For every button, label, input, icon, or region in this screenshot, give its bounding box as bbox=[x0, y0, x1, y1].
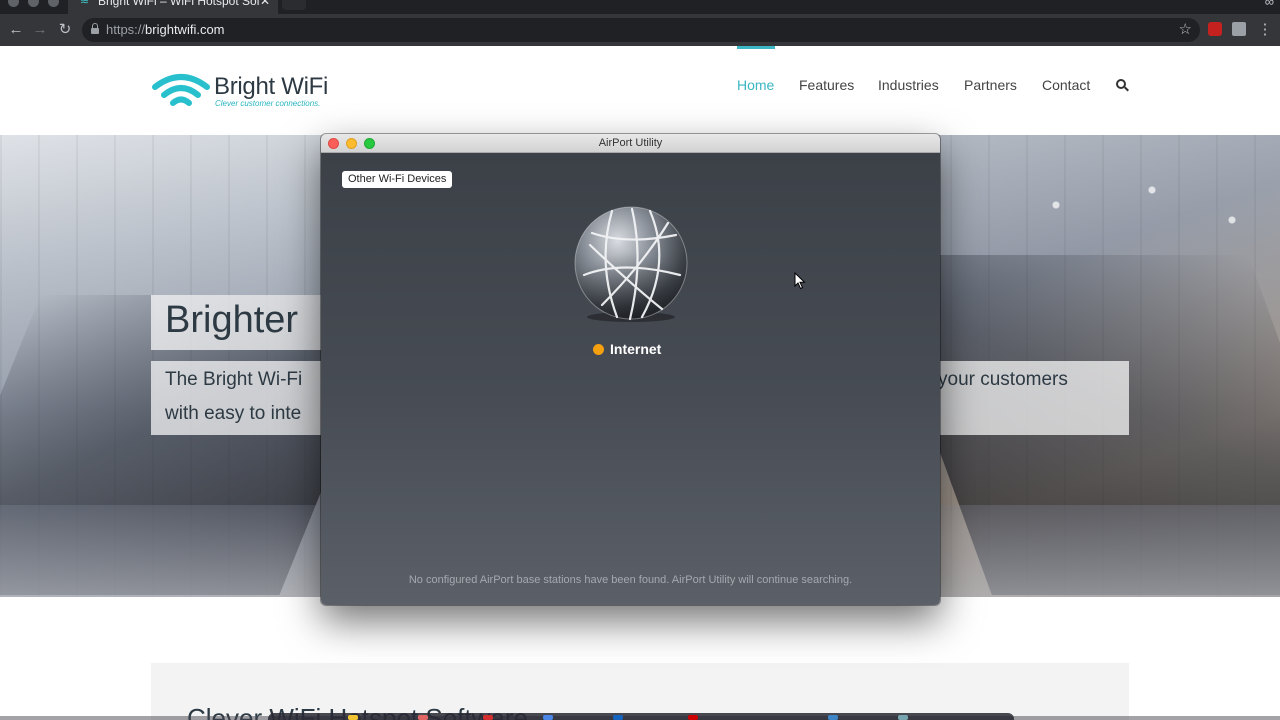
nav-features[interactable]: Features bbox=[799, 77, 854, 93]
extension-icon[interactable] bbox=[1208, 22, 1222, 36]
tab-title: Bright WiFi – WiFi Hotspot Sol bbox=[98, 0, 260, 8]
site-logo[interactable]: Bright WiFi Clever customer connections. bbox=[151, 73, 341, 113]
close-window-dot[interactable] bbox=[8, 0, 19, 7]
tab-close-icon[interactable]: ✕ bbox=[260, 0, 270, 8]
url-text[interactable]: https://brightwifi.com bbox=[106, 22, 225, 37]
browser-tab[interactable]: ≋ Bright WiFi – WiFi Hotspot Sol ✕ bbox=[68, 0, 278, 14]
address-bar[interactable]: https://brightwifi.com ☆ bbox=[82, 18, 1200, 42]
lock-icon bbox=[91, 23, 99, 34]
nav-partners[interactable]: Partners bbox=[964, 77, 1017, 93]
intro-section: Clever WiFi Hotspot Software bbox=[151, 663, 1129, 720]
other-wifi-devices-button[interactable]: Other Wi-Fi Devices bbox=[342, 171, 453, 188]
airport-utility-window: AirPort Utility Other Wi-Fi Devices Inte… bbox=[321, 134, 940, 605]
site-header: Bright WiFi Clever customer connections.… bbox=[0, 46, 1280, 135]
logo-tagline: Clever customer connections. bbox=[215, 99, 321, 108]
browser-tabstrip: ≋ Bright WiFi – WiFi Hotspot Sol ✕ ∞ bbox=[0, 0, 1280, 14]
active-nav-indicator bbox=[737, 46, 775, 49]
hero-title: Brighter bbox=[165, 299, 299, 341]
hero-subtitle-line2: with easy to inte bbox=[165, 403, 302, 424]
macos-dock bbox=[268, 713, 1014, 720]
search-status-message: No configured AirPort base stations have… bbox=[408, 574, 853, 586]
nav-industries[interactable]: Industries bbox=[878, 77, 939, 93]
internet-status-dot bbox=[593, 344, 604, 355]
mouse-pointer-icon bbox=[794, 272, 806, 290]
internet-label: Internet bbox=[610, 341, 662, 357]
nav-contact[interactable]: Contact bbox=[1042, 77, 1090, 93]
back-arrow-icon[interactable]: ← bbox=[6, 20, 26, 40]
bookmark-star-icon[interactable]: ☆ bbox=[1179, 20, 1192, 38]
hero-subtitle-right: your customers bbox=[938, 369, 1068, 390]
profile-icon[interactable]: ∞ bbox=[1265, 0, 1274, 9]
nav-home[interactable]: Home bbox=[737, 77, 774, 93]
reload-icon[interactable]: ↻ bbox=[55, 20, 75, 40]
wifi-logo-icon bbox=[152, 74, 210, 106]
search-icon[interactable] bbox=[1116, 79, 1129, 92]
window-controls bbox=[8, 0, 59, 7]
window-titlebar[interactable]: AirPort Utility bbox=[321, 134, 940, 153]
window-title: AirPort Utility bbox=[598, 137, 663, 149]
internet-globe-icon[interactable] bbox=[572, 205, 690, 323]
forward-arrow-icon[interactable]: → bbox=[30, 20, 50, 40]
wifi-favicon-icon: ≋ bbox=[80, 0, 90, 7]
comment-extension-icon[interactable] bbox=[1232, 22, 1246, 36]
new-tab-button[interactable] bbox=[282, 0, 306, 10]
menu-kebab-icon[interactable]: ⋮ bbox=[1255, 20, 1275, 40]
browser-toolbar: ← → ↻ https://brightwifi.com ☆ ⋮ bbox=[0, 14, 1280, 46]
zoom-window-dot[interactable] bbox=[48, 0, 59, 7]
logo-name: Bright WiFi bbox=[214, 73, 329, 100]
hero-subtitle-line1: The Bright Wi-Fi bbox=[165, 369, 303, 390]
minimize-window-dot[interactable] bbox=[28, 0, 39, 7]
